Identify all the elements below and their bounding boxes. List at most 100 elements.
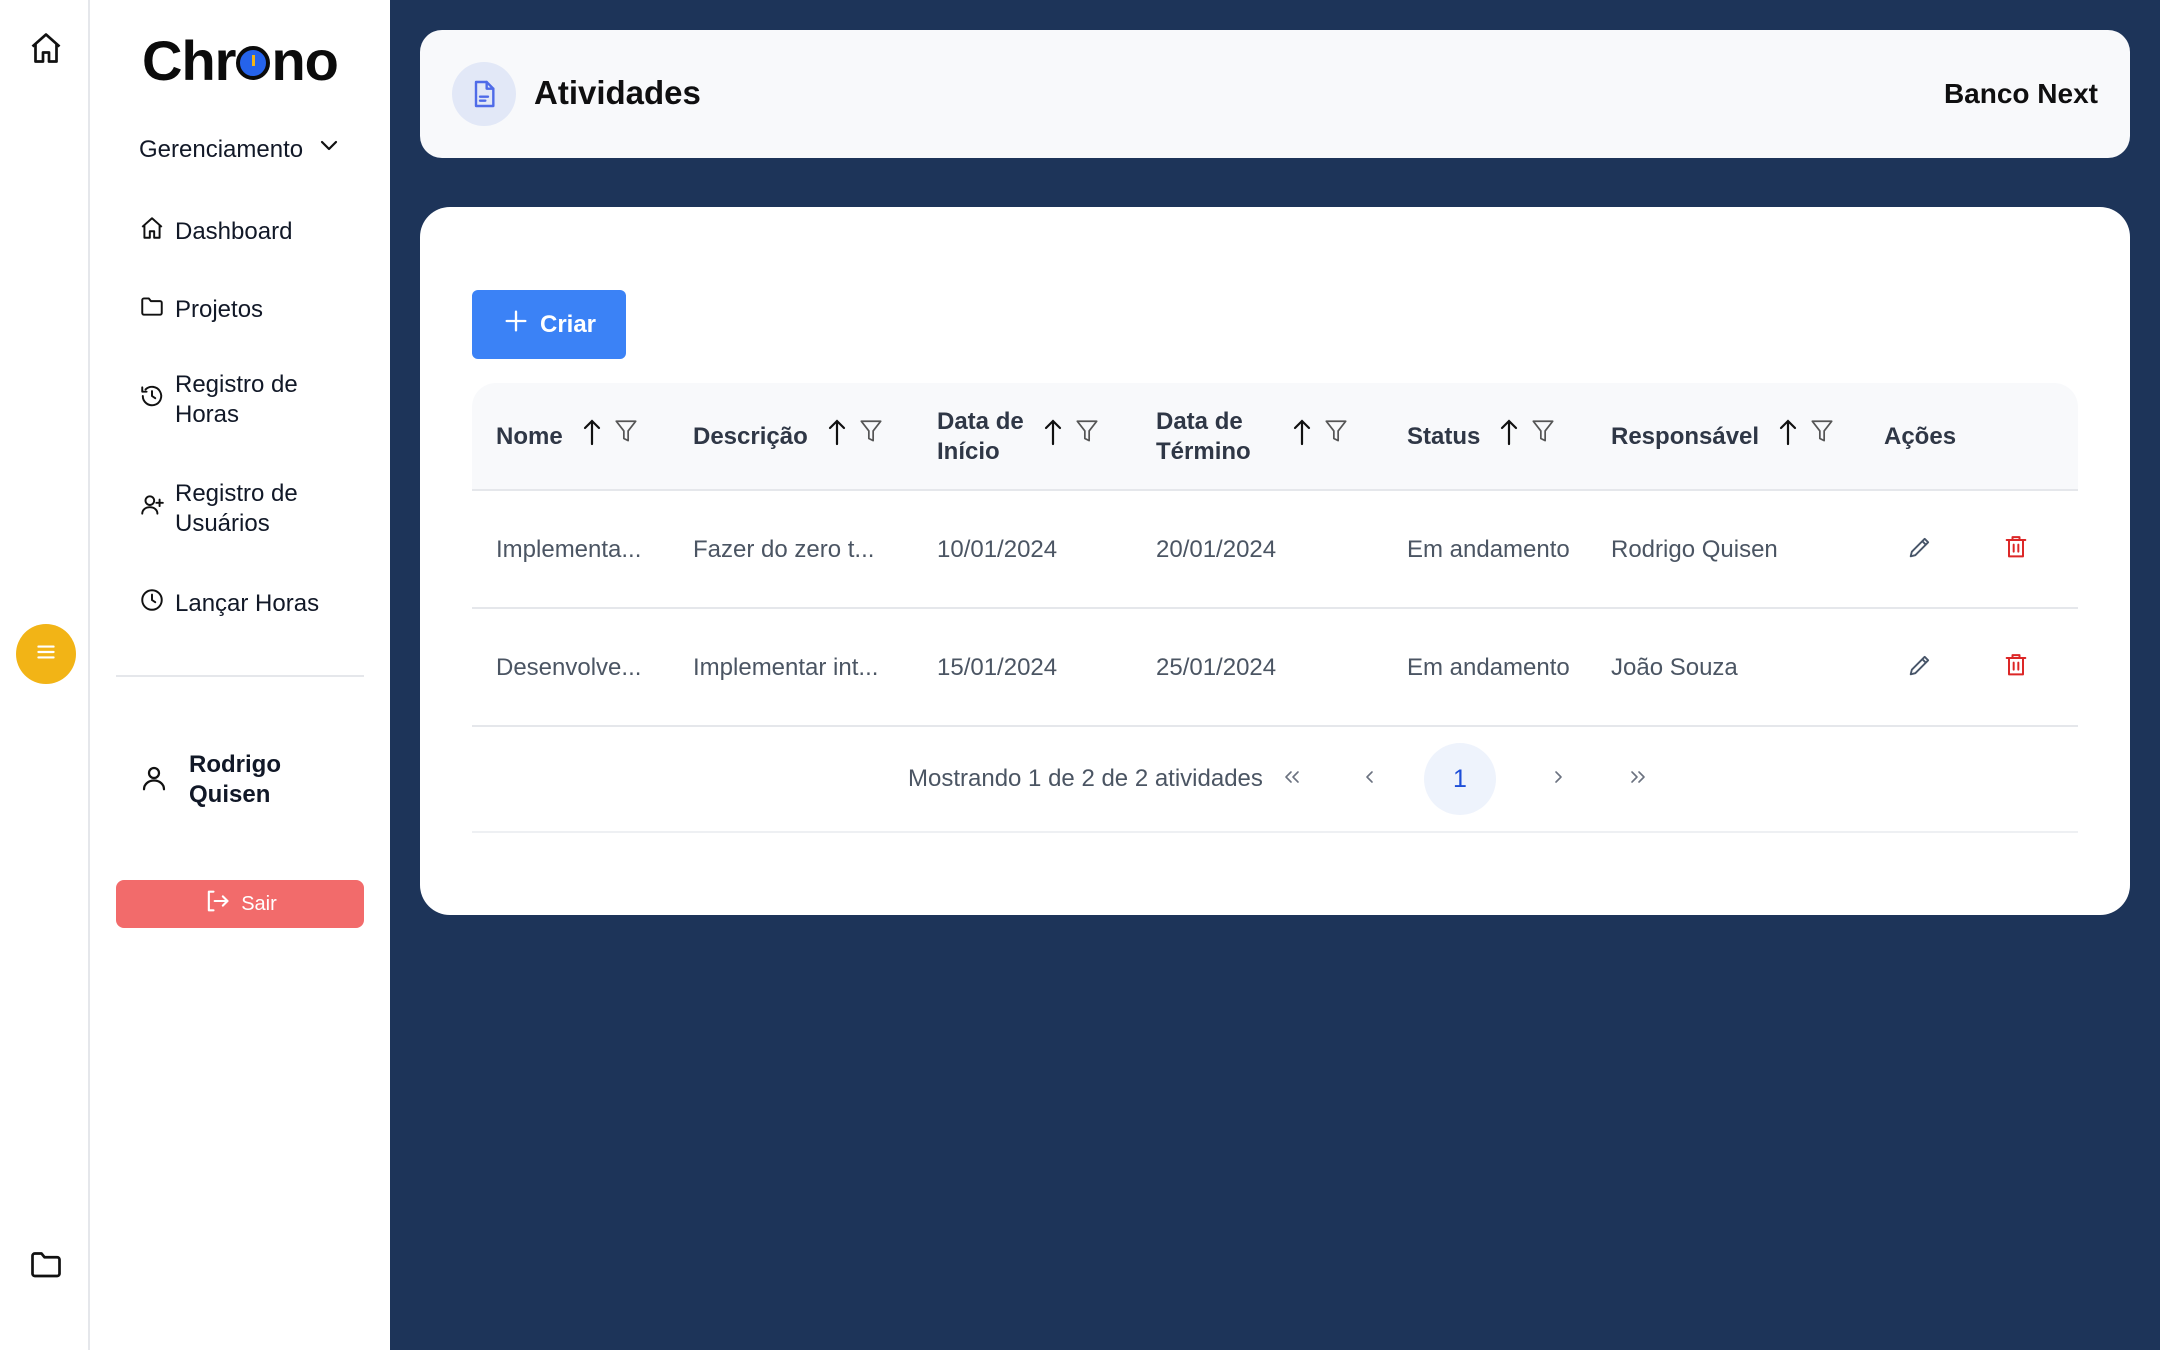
sidebar-item-label-line1: Registro de	[175, 371, 298, 398]
home-icon	[139, 215, 165, 249]
section-gerenciamento-toggle[interactable]: Gerenciamento	[139, 134, 341, 165]
trash-icon	[2002, 651, 2030, 684]
filter-icon[interactable]	[1809, 418, 1835, 454]
organization-name: Banco Next	[1943, 78, 2098, 109]
sort-arrow-icon[interactable]	[1291, 417, 1313, 455]
home-icon[interactable]	[28, 30, 64, 66]
sort-arrow-icon[interactable]	[1498, 417, 1520, 455]
logo-text-end: no	[271, 28, 338, 92]
sidebar-item-label-line1: Registro de	[175, 480, 298, 507]
sidebar-item-label: Lançar Horas	[175, 590, 320, 617]
delete-button[interactable]	[1998, 531, 2034, 567]
column-header-nome: Nome	[496, 383, 639, 491]
sidebar-item-label-line2: Usuários	[175, 510, 270, 537]
sidebar-item-label: Registro de Usuários	[175, 479, 298, 539]
create-button[interactable]: Criar	[472, 290, 626, 359]
clock-icon	[139, 587, 165, 621]
user-profile[interactable]: Rodrigo Quisen	[139, 750, 309, 810]
column-controls	[1777, 417, 1835, 455]
filter-icon[interactable]	[858, 418, 884, 454]
page-title: Atividades	[534, 74, 701, 111]
sidebar-divider	[116, 675, 364, 677]
column-controls	[1042, 417, 1100, 455]
logout-button[interactable]: Sair	[116, 880, 364, 928]
folder-icon	[139, 293, 165, 327]
logo-clock-icon	[236, 46, 271, 80]
last-page-button[interactable]	[1614, 755, 1662, 803]
edit-button[interactable]	[1902, 649, 1938, 685]
user-first-name: Rodrigo	[189, 751, 281, 778]
next-page-button[interactable]	[1534, 755, 1582, 803]
history-icon	[139, 383, 165, 417]
cell-descricao: Fazer do zero t...	[693, 536, 875, 563]
sidebar-item-label: Projetos	[175, 296, 264, 323]
logout-icon	[203, 887, 231, 921]
column-header-descricao: Descrição	[693, 383, 884, 491]
sidebar-item-label: Registro de Horas	[175, 370, 298, 430]
column-controls	[581, 417, 639, 455]
folder-icon[interactable]	[28, 1246, 64, 1282]
pencil-icon	[1906, 651, 1934, 684]
sort-arrow-icon[interactable]	[581, 417, 603, 455]
edit-button[interactable]	[1902, 531, 1938, 567]
pagination-info: Mostrando 1 de 2 de 2 atividades	[908, 765, 1263, 792]
column-header-responsavel: Responsável	[1611, 383, 1835, 491]
cell-status: Em andamento	[1407, 654, 1570, 681]
column-label-line2: Término	[1156, 438, 1251, 465]
previous-page-button[interactable]	[1346, 755, 1394, 803]
activities-table: Nome Descrição Data de Início Data de Té…	[472, 383, 2078, 833]
column-label-line1: Data de	[1156, 408, 1243, 435]
document-icon	[452, 62, 516, 126]
filter-icon[interactable]	[1530, 418, 1556, 454]
chevron-down-icon	[317, 134, 341, 165]
column-header-data-termino: Data de Término	[1156, 383, 1349, 491]
menu-toggle-button[interactable]	[16, 624, 76, 684]
column-label: Status	[1407, 423, 1481, 450]
page-button-current[interactable]: 1	[1424, 743, 1496, 815]
column-label: Descrição	[693, 423, 808, 450]
sidebar-item-projetos[interactable]: Projetos	[139, 293, 263, 327]
chevrons-left-icon	[1280, 765, 1304, 794]
sort-arrow-icon[interactable]	[1777, 417, 1799, 455]
column-label: Nome	[496, 423, 563, 450]
column-label-line1: Data de	[937, 408, 1024, 435]
cell-data-termino: 20/01/2024	[1156, 536, 1277, 563]
page-header: Atividades Banco Next	[420, 30, 2130, 158]
sidebar-item-lancar-horas[interactable]: Lançar Horas	[139, 587, 319, 621]
table-header: Nome Descrição Data de Início Data de Té…	[472, 383, 2078, 491]
delete-button[interactable]	[1998, 649, 2034, 685]
table-row: Desenvolve... Implementar int... 15/01/2…	[472, 609, 2078, 727]
filter-icon[interactable]	[1074, 418, 1100, 454]
column-controls	[826, 417, 884, 455]
sidebar-item-registro-horas[interactable]: Registro de Horas	[139, 370, 298, 430]
column-label: Responsável	[1611, 423, 1760, 450]
filter-icon[interactable]	[613, 418, 639, 454]
trash-icon	[2002, 533, 2030, 566]
logo-text-start: Chr	[142, 28, 236, 92]
filter-icon[interactable]	[1323, 418, 1349, 454]
sidebar-item-dashboard[interactable]: Dashboard	[139, 215, 292, 249]
cell-status: Em andamento	[1407, 536, 1570, 563]
column-label-line2: Início	[937, 438, 1000, 465]
section-label: Gerenciamento	[139, 135, 304, 163]
cell-data-inicio: 10/01/2024	[937, 536, 1058, 563]
first-page-button[interactable]	[1268, 755, 1316, 803]
cell-descricao: Implementar int...	[693, 654, 879, 681]
logo: Chr no	[142, 28, 339, 92]
pencil-icon	[1906, 533, 1934, 566]
hamburger-icon	[33, 639, 59, 670]
column-label: Data de Início	[937, 407, 1024, 467]
sort-arrow-icon[interactable]	[1042, 417, 1064, 455]
sidebar: Chrno Gerenciamento Dashboard Projetos	[90, 0, 390, 1350]
sidebar-item-registro-usuarios[interactable]: Registro de Usuários	[139, 479, 298, 539]
plus-icon	[502, 307, 530, 342]
sort-arrow-icon[interactable]	[826, 417, 848, 455]
cell-nome: Desenvolve...	[496, 654, 642, 681]
table-row: Implementa... Fazer do zero t... 10/01/2…	[472, 491, 2078, 609]
sidebar-item-label-line2: Horas	[175, 401, 240, 428]
cell-data-termino: 25/01/2024	[1156, 654, 1277, 681]
column-header-data-inicio: Data de Início	[937, 383, 1100, 491]
chevrons-right-icon	[1626, 765, 1650, 794]
user-plus-icon	[139, 492, 165, 526]
cell-responsavel: João Souza	[1611, 654, 1738, 681]
